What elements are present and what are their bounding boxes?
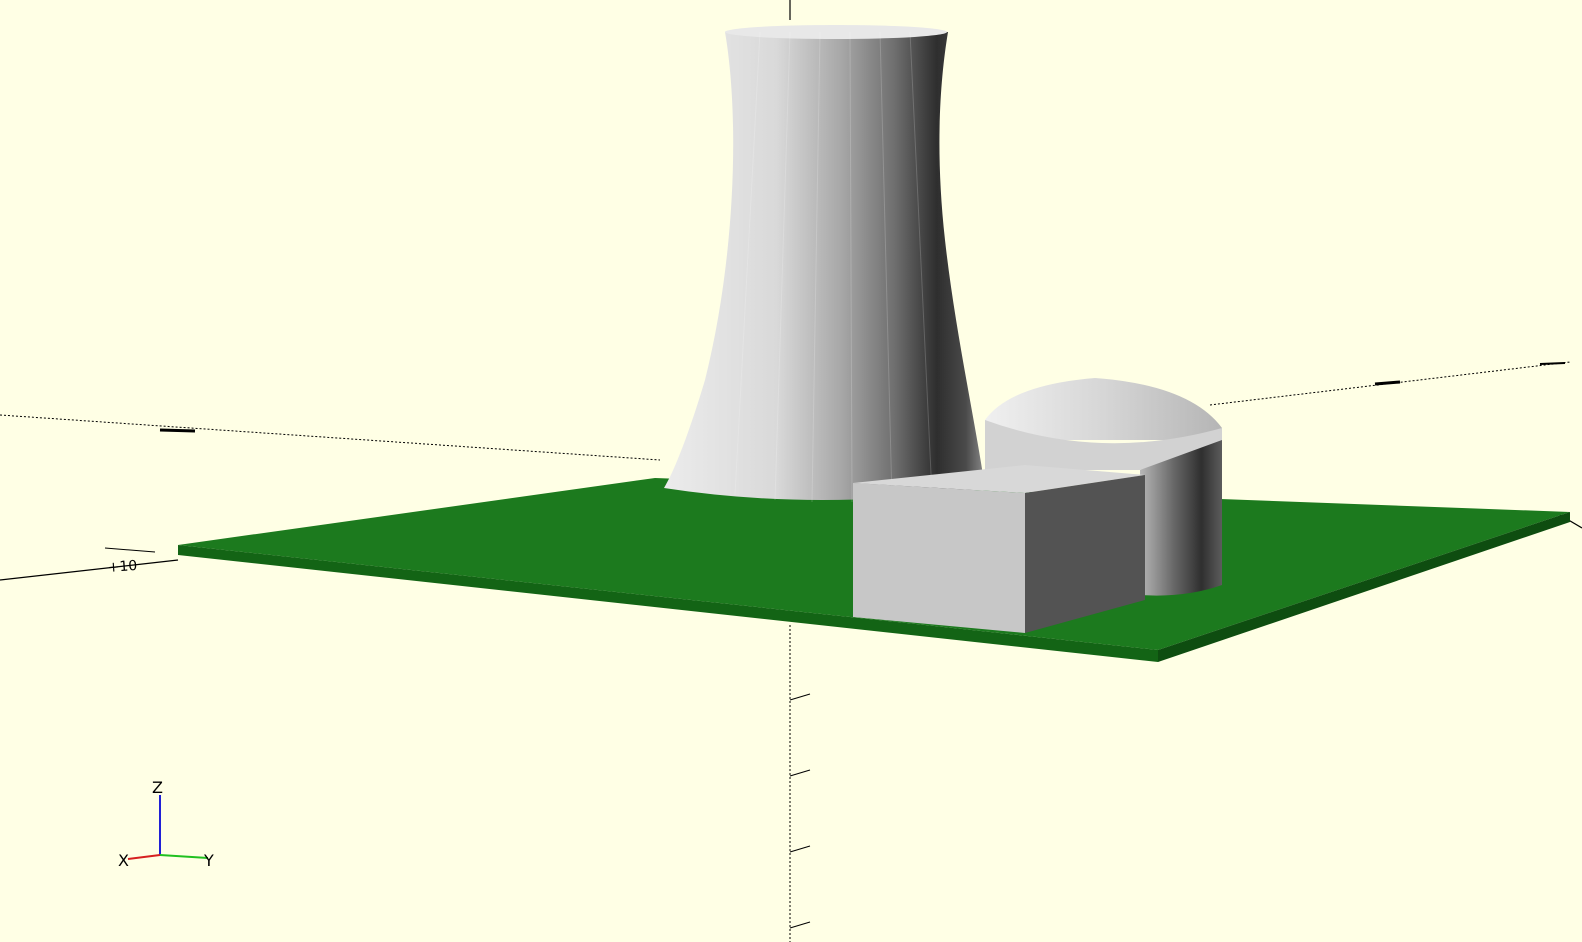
axes-gizmo: Z Y X [118, 778, 214, 870]
3d-viewport[interactable]: +10 Z Y X [0, 0, 1582, 942]
axis-z-label: Z [152, 778, 163, 797]
axis-scale-label: +10 [107, 558, 138, 576]
axis-y-label: Y [203, 851, 214, 870]
cooling-tower[interactable] [664, 25, 985, 503]
turbine-hall[interactable] [853, 465, 1145, 633]
axis-x-label: X [118, 851, 129, 870]
